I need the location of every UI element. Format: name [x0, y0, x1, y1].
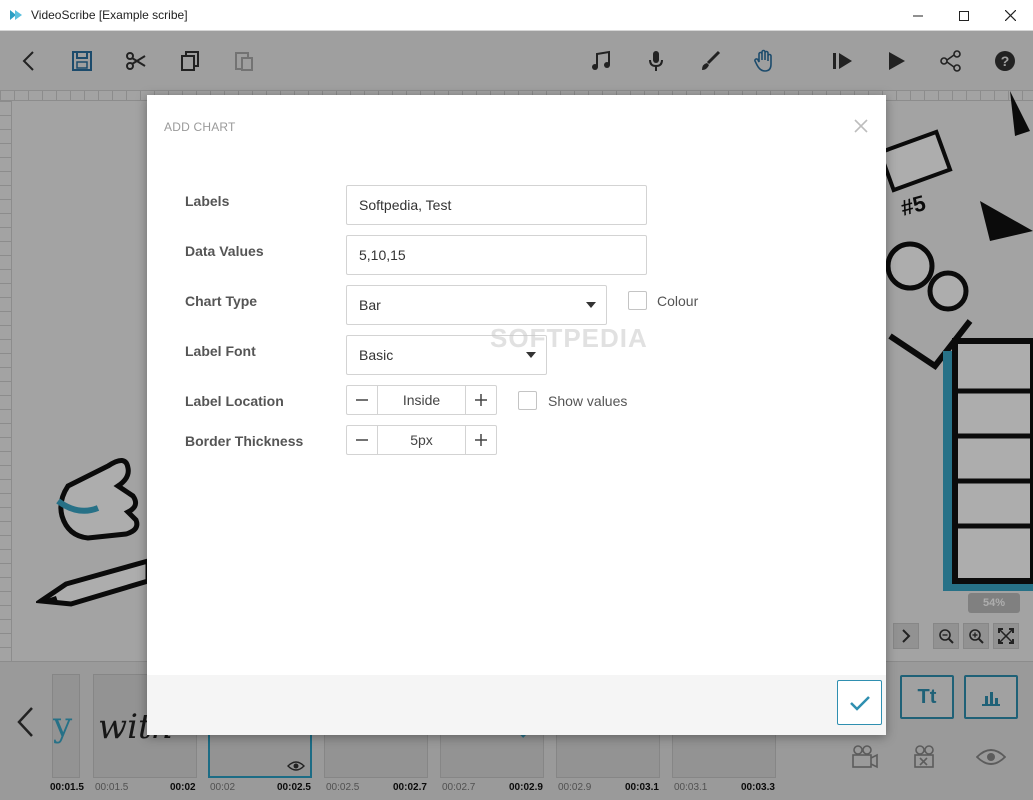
- plus-icon: [475, 434, 487, 446]
- border-thickness-value: 5px: [377, 426, 466, 454]
- label-location-increase-button[interactable]: [466, 386, 496, 414]
- label-location-label: Label Location: [185, 393, 284, 409]
- add-chart-dialog: ADD CHART Labels Data Values Chart Type …: [147, 95, 886, 735]
- data-values-label: Data Values: [185, 243, 264, 259]
- dialog-close-button[interactable]: [852, 117, 870, 135]
- maximize-button[interactable]: [941, 0, 987, 31]
- minus-icon: [356, 399, 368, 401]
- labels-label: Labels: [185, 193, 230, 209]
- confirm-button[interactable]: [837, 680, 882, 725]
- show-values-label: Show values: [548, 393, 628, 409]
- minus-icon: [356, 439, 368, 441]
- videoscribe-logo-icon: [10, 10, 22, 20]
- plus-icon: [475, 394, 487, 406]
- chart-type-select[interactable]: Bar: [346, 285, 607, 325]
- label-location-decrease-button[interactable]: [347, 386, 377, 414]
- close-window-button[interactable]: [987, 0, 1033, 31]
- softpedia-watermark: SOFTPEDIA: [490, 323, 648, 353]
- border-thickness-label: Border Thickness: [185, 433, 304, 449]
- border-thickness-decrease-button[interactable]: [347, 426, 377, 454]
- labels-input[interactable]: [346, 185, 647, 225]
- close-icon: [1004, 10, 1016, 21]
- minimize-icon: [913, 15, 923, 16]
- colour-label: Colour: [657, 293, 699, 309]
- checkmark-icon: [849, 695, 870, 711]
- title-bar: VideoScribe [Example scribe]: [0, 0, 1033, 31]
- label-font-value: Basic: [359, 347, 394, 363]
- border-thickness-increase-button[interactable]: [466, 426, 496, 454]
- chart-type-value: Bar: [359, 297, 381, 313]
- show-values-checkbox[interactable]: [518, 391, 537, 410]
- border-thickness-stepper: 5px: [346, 425, 497, 455]
- dialog-footer: [147, 675, 886, 735]
- maximize-icon: [959, 10, 969, 21]
- label-location-value: Inside: [377, 386, 466, 414]
- label-font-label: Label Font: [185, 343, 256, 359]
- window-title: VideoScribe [Example scribe]: [31, 8, 188, 22]
- colour-checkbox[interactable]: [628, 291, 647, 310]
- data-values-input[interactable]: [346, 235, 647, 275]
- chart-type-label: Chart Type: [185, 293, 258, 309]
- dialog-title: ADD CHART: [164, 120, 236, 134]
- minimize-button[interactable]: [895, 0, 941, 31]
- chevron-down-icon: [586, 302, 596, 308]
- label-location-stepper: Inside: [346, 385, 497, 415]
- close-icon: [854, 119, 868, 133]
